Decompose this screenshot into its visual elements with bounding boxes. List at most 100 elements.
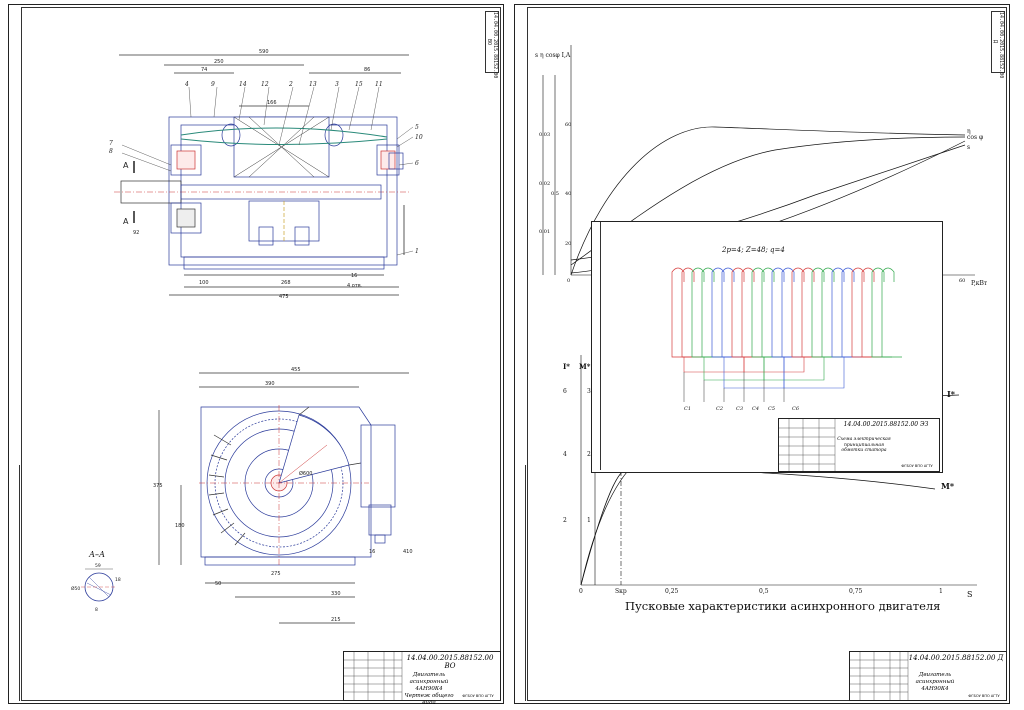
dim-475: 475 bbox=[279, 294, 289, 300]
chart-caption: Пусковые характеристики асинхронного дви… bbox=[625, 599, 941, 613]
tick-05: 0.5 bbox=[551, 191, 559, 197]
drawing-title-right: Двигатель асинхронный 4АН90К4 bbox=[915, 672, 955, 692]
tick-m-1: 1 bbox=[587, 517, 591, 524]
insert-title-block: 14.04.00.2015.88152.00 ЭЗ Схема электрич… bbox=[778, 418, 940, 472]
leader-9: 9 bbox=[211, 81, 215, 88]
dim-92: 92 bbox=[133, 230, 139, 236]
curve-m-star bbox=[580, 469, 936, 586]
dim-phi600: Ø600 bbox=[299, 470, 312, 477]
dim-410: 410 bbox=[403, 549, 413, 555]
phase-c5: C5 bbox=[768, 406, 775, 412]
phase-c3: C3 bbox=[736, 406, 743, 412]
cut-marker-bottom: А bbox=[123, 217, 129, 226]
leader-8: 8 bbox=[109, 148, 113, 155]
phase-c1: C1 bbox=[684, 406, 691, 412]
dim-275: 275 bbox=[271, 571, 281, 577]
dim-74: 74 bbox=[201, 67, 207, 73]
dim-50: 50 bbox=[215, 581, 221, 587]
drawing-title: Двигатель асинхронный 4АН90К4 Чертеж общ… bbox=[402, 672, 456, 707]
tick-i-2: 2 bbox=[563, 517, 567, 524]
lower-y-label-m: M* bbox=[579, 362, 591, 371]
dim-455: 455 bbox=[291, 367, 301, 373]
phase-connector-1 bbox=[683, 357, 745, 373]
dim-8: 8 bbox=[95, 607, 98, 613]
phase-c6: C6 bbox=[792, 406, 800, 412]
drawing-code: 14.04.00.2015.88152.00 ВО bbox=[406, 654, 494, 670]
drawing-title-main: Двигатель асинхронный 4АН90К4 bbox=[409, 672, 449, 692]
phase-connector-2 bbox=[703, 357, 765, 381]
leader-14: 14 bbox=[239, 81, 247, 88]
tick-s-1: 1 bbox=[939, 588, 943, 595]
leader-11: 11 bbox=[375, 81, 383, 88]
cut-marker-top: А bbox=[123, 161, 129, 170]
tick-60: 60 bbox=[565, 122, 571, 128]
drawing-title-sub: Чертеж общего вида bbox=[404, 693, 454, 706]
section-a-a: А–А 59 Ø50 18 8 bbox=[71, 550, 121, 613]
dim-86: 86 bbox=[364, 67, 370, 73]
curve-label-m-star: M* bbox=[941, 481, 955, 491]
dim-59: 59 bbox=[95, 563, 101, 569]
dim-375: 375 bbox=[153, 483, 163, 489]
characteristics-sheet: 14.04.00.2015.88152.00 Д s η cosφ I,A 0.… bbox=[514, 4, 1010, 704]
tick-001: 0.01 bbox=[539, 229, 550, 235]
upper-y-label: s η cosφ I,A bbox=[535, 52, 571, 59]
insert-title-grid bbox=[779, 419, 836, 471]
dim-250: 250 bbox=[214, 59, 224, 65]
phase-connector-6 bbox=[783, 357, 845, 389]
tick-0: 0 bbox=[567, 278, 570, 284]
tick-s-0: 0 bbox=[579, 588, 583, 595]
winding-formula: 2p=4; Z=48; q=4 bbox=[721, 246, 785, 254]
tick-x-end: 60 bbox=[959, 278, 965, 284]
section-label: А–А bbox=[88, 550, 105, 559]
tick-i-6: 6 bbox=[563, 388, 567, 395]
tick-s-05: 0,5 bbox=[759, 588, 769, 595]
leader-1: 1 bbox=[415, 248, 419, 255]
lower-x-label: S bbox=[967, 590, 972, 599]
end-view bbox=[158, 372, 409, 624]
drawing-code-right: 14.04.00.2015.88152.00 Д bbox=[908, 654, 1004, 662]
curve-label-s: s bbox=[967, 144, 970, 151]
title-block-right: 14.04.00.2015.88152.00 Д Двигатель асинх… bbox=[849, 651, 1007, 701]
leader-2: 2 bbox=[288, 81, 293, 88]
leader-15: 15 bbox=[355, 81, 363, 88]
tick-i-4: 4 bbox=[563, 451, 567, 458]
leader-12: 12 bbox=[261, 81, 269, 88]
title-block-left: 14.04.00.2015.88152.00 ВО Двигатель асин… bbox=[343, 651, 501, 706]
leader-4: 4 bbox=[184, 81, 189, 88]
winding-coils bbox=[671, 267, 902, 402]
longitudinal-section bbox=[114, 54, 414, 296]
phase-connector-5 bbox=[763, 357, 825, 381]
insert-title: Схема электрическая принципиальная обмот… bbox=[837, 437, 891, 453]
leader-7: 7 bbox=[109, 140, 113, 147]
winding-diagram-insert: 2p=4; Z=48; q=4 C1 C2 C3 C4 C5 C6 14.04.… bbox=[591, 221, 943, 473]
dim-100: 100 bbox=[199, 280, 209, 286]
dim-330: 330 bbox=[331, 591, 341, 597]
tick-40: 40 bbox=[565, 191, 571, 197]
assembly-drawing: 590 250 74 86 166 100 268 475 92 16 4 от… bbox=[71, 49, 423, 624]
end-view-dimension-labels: 455 390 375 180 275 330 215 50 410 16 Ø6… bbox=[153, 367, 413, 623]
insert-org: ФГБОУ ВПО АГТУ bbox=[901, 464, 933, 468]
upper-x-label: P,кВт bbox=[971, 280, 988, 287]
tick-s-075: 0,75 bbox=[849, 588, 863, 595]
phase-c2: C2 bbox=[716, 406, 723, 412]
dim-166: 166 bbox=[267, 100, 277, 106]
tick-002: 0.02 bbox=[539, 181, 550, 187]
leader-6: 6 bbox=[415, 160, 419, 167]
tick-20: 20 bbox=[565, 241, 571, 247]
curve-label-cos: cos φ bbox=[967, 134, 983, 141]
dim-390: 390 bbox=[265, 381, 275, 387]
tick-003: 0.03 bbox=[539, 132, 550, 138]
dim-16b: 16 bbox=[369, 549, 375, 555]
organization: ФГБОУ ВПО АГТУ bbox=[462, 694, 494, 698]
dim-16: 16 bbox=[351, 273, 357, 279]
dim-overall: 590 bbox=[259, 49, 269, 55]
coil-22 bbox=[881, 267, 902, 358]
tick-s-025: 0,25 bbox=[665, 588, 679, 595]
dim-180: 180 bbox=[175, 523, 185, 529]
dim-268: 268 bbox=[281, 280, 291, 286]
lower-y-label-i: I* bbox=[563, 362, 570, 371]
title-block-grid bbox=[344, 652, 403, 700]
phase-labels: C1 C2 C3 C4 C5 C6 bbox=[684, 406, 800, 412]
dim-phi50: Ø50 bbox=[71, 585, 80, 592]
curve-label-i-star: I* bbox=[947, 389, 956, 399]
